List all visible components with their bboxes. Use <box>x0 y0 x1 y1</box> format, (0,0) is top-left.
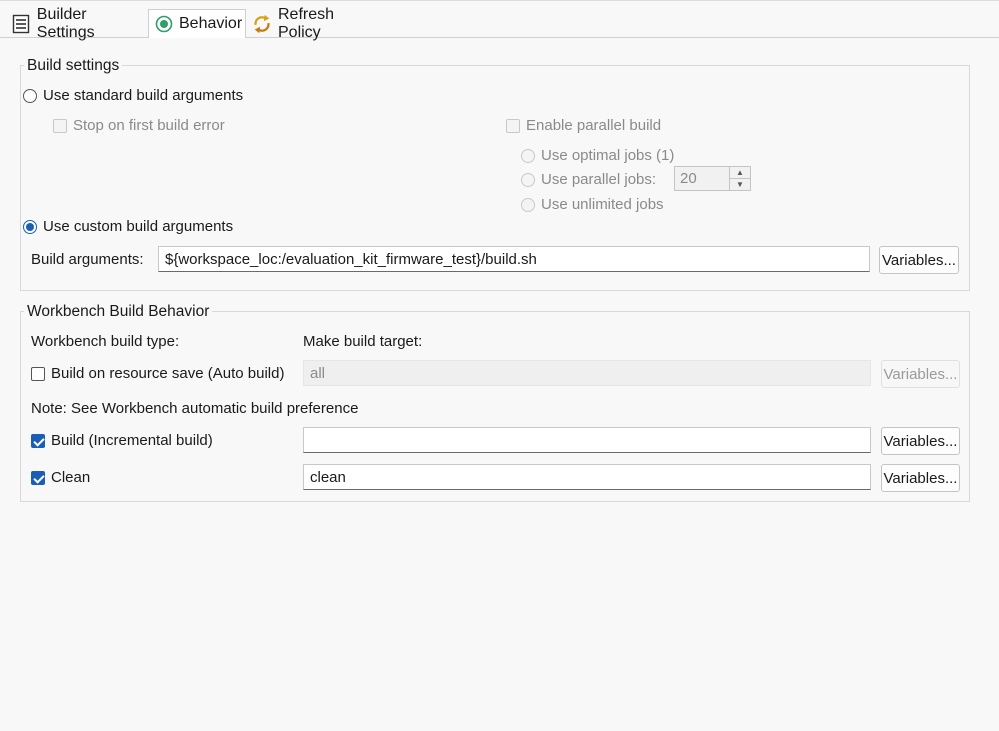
build-arguments-input[interactable]: ${workspace_loc:/evaluation_kit_firmware… <box>158 246 870 272</box>
use-parallel-jobs-row[interactable]: Use parallel jobs: <box>521 171 656 188</box>
tab-refresh-policy-label: Refresh Policy <box>278 5 335 41</box>
spinner-down-icon[interactable]: ▼ <box>730 179 750 190</box>
build-settings-title: Build settings <box>24 57 123 75</box>
stop-on-first-error-row[interactable]: Stop on first build error <box>53 117 225 134</box>
make-build-target-label: Make build target: <box>303 333 423 350</box>
incremental-build-variables-button[interactable]: Variables... <box>881 427 960 455</box>
clean-variables-button[interactable]: Variables... <box>881 464 960 492</box>
clean-label: Clean <box>51 469 91 486</box>
use-custom-label: Use custom build arguments <box>43 218 234 235</box>
stop-on-first-error-checkbox[interactable] <box>53 118 67 133</box>
clean-row[interactable]: Clean <box>31 469 90 486</box>
workbench-build-behavior-title: Workbench Build Behavior <box>24 303 213 321</box>
parallel-jobs-value[interactable]: 20 <box>675 167 729 190</box>
auto-build-row[interactable]: Build on resource save (Auto build) <box>31 365 284 382</box>
parallel-jobs-spinner[interactable]: 20 ▲ ▼ <box>674 166 751 191</box>
auto-build-checkbox[interactable] <box>31 366 45 381</box>
workbench-note: Note: See Workbench automatic build pref… <box>31 400 359 417</box>
use-unlimited-jobs-row[interactable]: Use unlimited jobs <box>521 196 664 213</box>
tab-builder-settings[interactable]: Builder Settings <box>6 6 148 41</box>
tab-behavior-label: Behavior <box>179 15 243 32</box>
auto-build-target-input[interactable]: all <box>303 360 871 386</box>
spinner-arrows: ▲ ▼ <box>729 167 750 190</box>
use-standard-radio-row[interactable]: Use standard build arguments <box>23 87 243 104</box>
use-optimal-jobs-radio[interactable] <box>521 148 535 163</box>
builder-settings-icon <box>12 14 31 34</box>
stop-on-first-error-label: Stop on first build error <box>73 117 225 134</box>
clean-checkbox[interactable] <box>31 470 45 485</box>
use-custom-radio-row[interactable]: Use custom build arguments <box>23 218 233 235</box>
use-unlimited-jobs-radio[interactable] <box>521 197 535 212</box>
use-optimal-jobs-label: Use optimal jobs (1) <box>541 147 675 164</box>
incremental-build-target-input[interactable] <box>303 427 871 453</box>
build-arguments-label: Build arguments: <box>31 251 144 268</box>
tab-behavior[interactable]: Behavior <box>148 9 246 38</box>
refresh-policy-icon <box>252 14 272 34</box>
behavior-icon <box>155 14 173 34</box>
auto-build-label: Build on resource save (Auto build) <box>51 365 285 382</box>
incremental-build-label: Build (Incremental build) <box>51 432 213 449</box>
tab-builder-settings-label: Builder Settings <box>36 5 95 41</box>
use-parallel-jobs-radio[interactable] <box>521 172 535 187</box>
tab-refresh-policy[interactable]: Refresh Policy <box>246 6 376 41</box>
build-arguments-variables-button[interactable]: Variables... <box>879 246 959 274</box>
use-parallel-jobs-label: Use parallel jobs: <box>541 171 657 188</box>
use-standard-radio[interactable] <box>23 88 37 103</box>
enable-parallel-label: Enable parallel build <box>526 117 662 134</box>
enable-parallel-row[interactable]: Enable parallel build <box>506 117 661 134</box>
use-standard-label: Use standard build arguments <box>43 87 244 104</box>
incremental-build-checkbox[interactable] <box>31 433 45 448</box>
use-custom-radio[interactable] <box>23 219 37 234</box>
clean-target-input[interactable]: clean <box>303 464 871 490</box>
workbench-build-type-label: Workbench build type: <box>31 333 180 350</box>
incremental-build-row[interactable]: Build (Incremental build) <box>31 432 213 449</box>
spinner-up-icon[interactable]: ▲ <box>730 167 750 179</box>
enable-parallel-checkbox[interactable] <box>506 118 520 133</box>
use-unlimited-jobs-label: Use unlimited jobs <box>541 196 664 213</box>
auto-build-variables-button[interactable]: Variables... <box>881 360 960 388</box>
use-optimal-jobs-row[interactable]: Use optimal jobs (1) <box>521 147 674 164</box>
